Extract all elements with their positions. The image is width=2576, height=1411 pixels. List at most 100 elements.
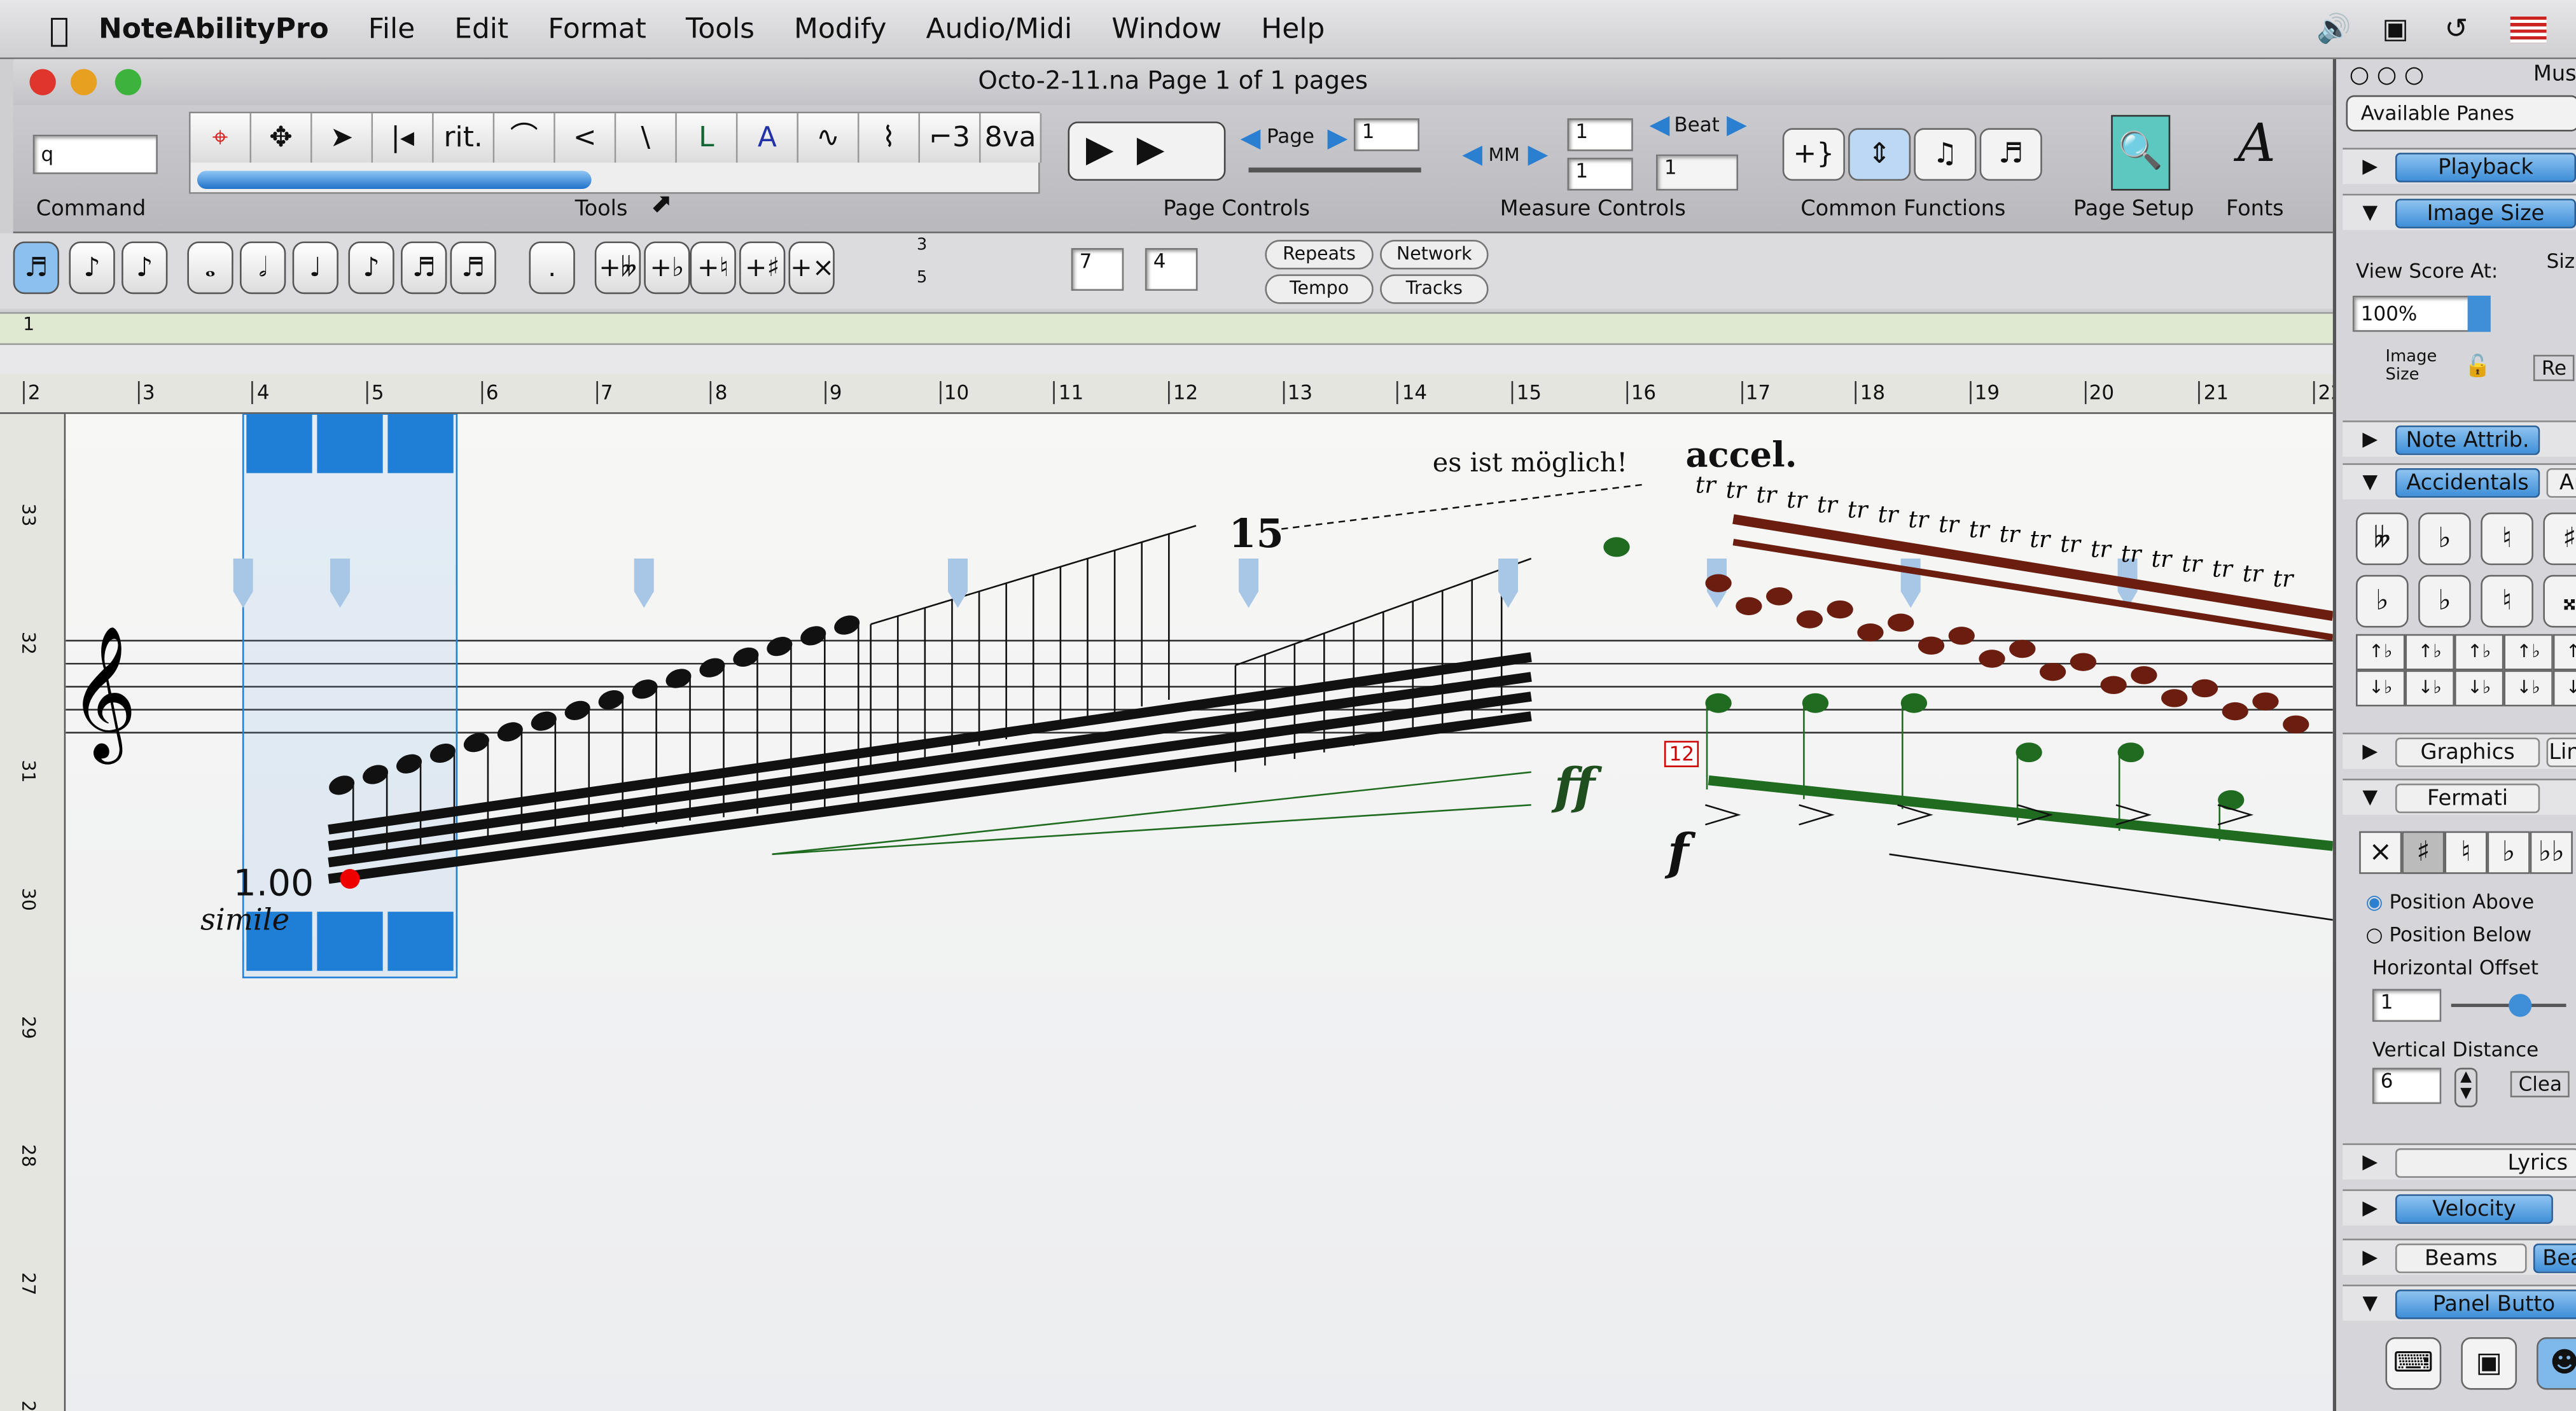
note-button-4[interactable]: 𝅗𝅥	[240, 241, 286, 295]
score-page[interactable]: 𝄞 tr tr tr tr tr tr tr tr tr tr tr tr tr tr tr tr tr tr tr t…	[66, 413, 2334, 1411]
tuplet-denominator[interactable]: 4	[1145, 247, 1198, 291]
note-button-10[interactable]: +𝄫	[594, 241, 641, 295]
fermata-flat-icon[interactable]: ♭	[2487, 831, 2530, 874]
note-button-2[interactable]: ♪	[122, 241, 168, 295]
position-above-radio[interactable]: ◉ Position Above	[2366, 891, 2535, 914]
menu-file[interactable]: File	[368, 12, 415, 45]
text-annotation[interactable]: es ist möglich!	[1433, 447, 1627, 478]
panel-icon[interactable]: ☻	[2537, 1337, 2576, 1390]
tool-9[interactable]: A	[737, 113, 798, 163]
play-from-button[interactable]: ▶	[1137, 130, 1165, 171]
tool-8[interactable]: L	[676, 113, 738, 163]
fermata-natural-icon[interactable]: ♮	[2444, 831, 2488, 874]
close-button[interactable]	[29, 69, 56, 95]
beat-prev-icon[interactable]: ◀	[1650, 108, 1670, 139]
command-input[interactable]: q	[32, 134, 158, 174]
horizontal-offset-input[interactable]: 1	[2372, 989, 2442, 1022]
lock-icon[interactable]: 🔓	[2464, 355, 2491, 380]
tool-0[interactable]: ⌖	[190, 113, 252, 163]
dynamic-ff[interactable]: ff	[1554, 759, 1595, 816]
menu-format[interactable]: Format	[548, 12, 646, 45]
menu-modify[interactable]: Modify	[794, 12, 886, 45]
menu-help[interactable]: Help	[1261, 12, 1325, 45]
accidental-button-7[interactable]: 𝄪	[2543, 574, 2576, 628]
network-button[interactable]: Network	[1380, 240, 1489, 270]
tool-4[interactable]: rit.	[433, 113, 495, 163]
tools-scrollbar[interactable]	[197, 170, 592, 189]
accidental-button-5[interactable]: ♭	[2418, 574, 2471, 628]
vertical-distance-stepper[interactable]: ▲ ▼	[2454, 1067, 2478, 1108]
mm-next-icon[interactable]: ▶	[1528, 138, 1549, 169]
slur-notes-icon[interactable]: ♫	[1914, 128, 1977, 181]
menu-window[interactable]: Window	[1111, 12, 1222, 45]
tempo-button[interactable]: Tempo	[1265, 274, 1374, 304]
tool-3[interactable]: |◂	[373, 113, 434, 163]
available-panes-select[interactable]: Available Panes	[2346, 95, 2576, 132]
repeats-button[interactable]: Repeats	[1265, 240, 1374, 270]
accidental-button-4[interactable]: ♭	[2356, 574, 2409, 628]
tuplet-5[interactable]: 5	[917, 269, 927, 287]
accidental-button-3[interactable]: ♯	[2543, 512, 2576, 566]
tempo-marking[interactable]: accel.	[1685, 434, 1797, 475]
quarter-tone-button-7[interactable]: ↓♭	[2454, 670, 2504, 707]
time-machine-icon[interactable]: ↺	[2444, 12, 2468, 45]
horizontal-ruler[interactable]: 2 3 4 5 6 7 8 9 10 11 12 13 14 15 16 17 18 19 20 21 22	[0, 374, 2343, 414]
resize-icon[interactable]: ▣	[2461, 1337, 2517, 1390]
note-button-12[interactable]: +♮	[690, 241, 736, 295]
tool-7[interactable]: \	[616, 113, 677, 163]
quarter-tone-button-9[interactable]: ↓♭	[2552, 670, 2576, 707]
accidental-button-0[interactable]: 𝄫	[2356, 512, 2409, 566]
quarter-tone-button-1[interactable]: ↑♭	[2405, 634, 2454, 671]
stepper-icon[interactable]	[2467, 295, 2491, 332]
quarter-tone-button-6[interactable]: ↓♭	[2405, 670, 2454, 707]
horizontal-offset-slider[interactable]	[2451, 994, 2566, 1017]
accidental-button-6[interactable]: ♮	[2481, 574, 2533, 628]
graphics-pane-header[interactable]: ▶GraphicsLine	[2343, 732, 2576, 769]
simile-text[interactable]: simile	[200, 903, 289, 938]
image-size-pane-header[interactable]: ▼ Image Size	[2343, 193, 2576, 230]
quarter-tone-button-0[interactable]: ↑♭	[2356, 634, 2405, 671]
tool-12[interactable]: ⌐3	[920, 113, 981, 163]
page-next-icon[interactable]: ▶	[1327, 122, 1347, 153]
reset-button[interactable]: Re	[2533, 354, 2575, 382]
measure-strip[interactable]: 1	[0, 312, 2333, 345]
lyrics-pane-header[interactable]: ▶ Lyrics	[2343, 1143, 2576, 1180]
insert-icon[interactable]: +}	[1782, 128, 1845, 181]
menu-app[interactable]: NoteAbilityPro	[99, 12, 329, 45]
playback-pane-header[interactable]: ▶ Playback	[2343, 148, 2576, 184]
page-prev-icon[interactable]: ◀	[1241, 122, 1261, 153]
note-button-7[interactable]: ♬	[401, 241, 447, 295]
note-button-14[interactable]: +×	[788, 241, 835, 295]
beat-next-icon[interactable]: ▶	[1727, 108, 1747, 139]
tool-5[interactable]: ⌒	[494, 113, 555, 163]
fermata-sharp-icon[interactable]: ♯	[2402, 831, 2445, 874]
page-slider[interactable]	[1248, 167, 1421, 173]
tool-10[interactable]: ∿	[798, 113, 860, 163]
menu-audio-midi[interactable]: Audio/Midi	[926, 12, 1073, 45]
measure-number-input[interactable]: 1	[1567, 157, 1633, 191]
vertical-distance-input[interactable]: 6	[2372, 1067, 2442, 1104]
flag-icon[interactable]	[2510, 15, 2547, 42]
minimize-button[interactable]	[71, 69, 97, 95]
fermati-pane-header[interactable]: ▼ Fermati	[2343, 779, 2576, 815]
tie-notes-icon[interactable]: ♬	[1979, 128, 2042, 181]
page-input[interactable]: 1	[1353, 118, 1420, 151]
beams-pane-header[interactable]: ▶BeamsBea	[2343, 1239, 2576, 1275]
note-button-8[interactable]: ♬	[450, 241, 496, 295]
note-button-13[interactable]: +♯	[739, 241, 786, 295]
tuplet-numerator[interactable]: 7	[1071, 247, 1124, 291]
menu-tools[interactable]: Tools	[686, 12, 755, 45]
velocity-pane-header[interactable]: ▶ Velocity	[2343, 1189, 2576, 1226]
zoom-button[interactable]	[115, 69, 142, 95]
tool-13[interactable]: 8va	[980, 113, 1042, 163]
align-icon[interactable]: ⇕	[1848, 128, 1911, 181]
tuplet-3[interactable]: 3	[917, 237, 927, 254]
tool-6[interactable]: <	[555, 113, 616, 163]
tool-2[interactable]: ➤	[312, 113, 373, 163]
page-setup-icon[interactable]: 🔍	[2111, 115, 2171, 191]
panel-buttons-pane-header[interactable]: ▼ Panel Butto	[2343, 1284, 2576, 1321]
note-button-0[interactable]: ♬	[13, 241, 59, 295]
slider-knob[interactable]	[2509, 994, 2532, 1017]
note-button-6[interactable]: ♪	[348, 241, 394, 295]
position-below-radio[interactable]: ○ Position Below	[2366, 923, 2532, 946]
